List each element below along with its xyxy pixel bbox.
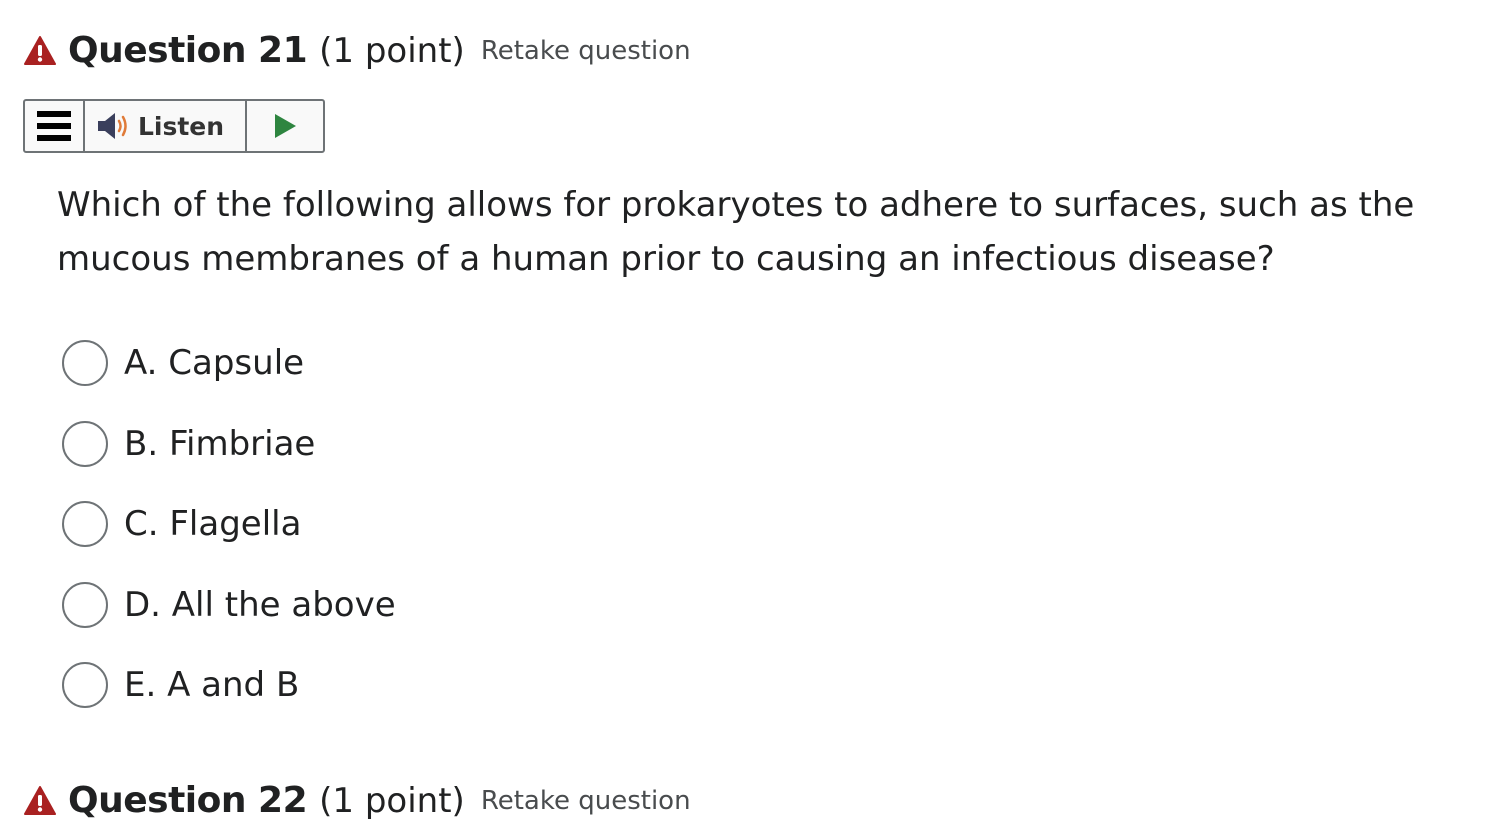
retake-question-link[interactable]: Retake question (481, 36, 691, 66)
menu-button[interactable] (25, 101, 85, 151)
radio-button-d[interactable] (62, 581, 108, 628)
play-button[interactable] (247, 101, 323, 151)
question-points: (1 point) (319, 30, 465, 71)
radio-button-e[interactable] (62, 662, 108, 708)
listen-label: Listen (137, 111, 225, 141)
next-question-points: (1 point) (319, 780, 465, 821)
question-title: Question 21 (68, 30, 308, 71)
radio-button-c[interactable] (62, 501, 108, 547)
option-b[interactable]: B. Fimbriae (62, 420, 396, 467)
warning-icon (24, 785, 56, 815)
option-d[interactable]: D. All the above (62, 581, 396, 628)
option-label-a: A. Capsule (124, 343, 305, 383)
option-label-d: D. All the above (124, 584, 396, 625)
option-a[interactable]: A. Capsule (62, 340, 396, 386)
option-label-e: E. A and B (124, 665, 300, 705)
question-header: Question 21 (1 point) Retake question (24, 30, 691, 71)
question-text: Which of the following allows for prokar… (57, 185, 1415, 279)
next-question-header: Question 22 (1 point) Retake question (24, 780, 691, 821)
speaker-icon (97, 113, 127, 139)
listen-toolbar: Listen (23, 99, 325, 153)
warning-icon (24, 35, 56, 65)
answer-options: A. Capsule B. Fimbriae C. Flagella D. Al… (62, 340, 396, 743)
option-c[interactable]: C. Flagella (62, 501, 396, 547)
play-icon (275, 114, 296, 138)
option-label-c: C. Flagella (124, 504, 302, 544)
menu-icon (37, 111, 71, 141)
option-e[interactable]: E. A and B (62, 662, 396, 708)
radio-button-b[interactable] (62, 420, 108, 467)
next-retake-question-link[interactable]: Retake question (481, 786, 691, 816)
listen-button[interactable]: Listen (85, 101, 247, 151)
radio-button-a[interactable] (62, 340, 108, 386)
next-question-title: Question 22 (68, 780, 308, 821)
option-label-b: B. Fimbriae (124, 423, 316, 464)
